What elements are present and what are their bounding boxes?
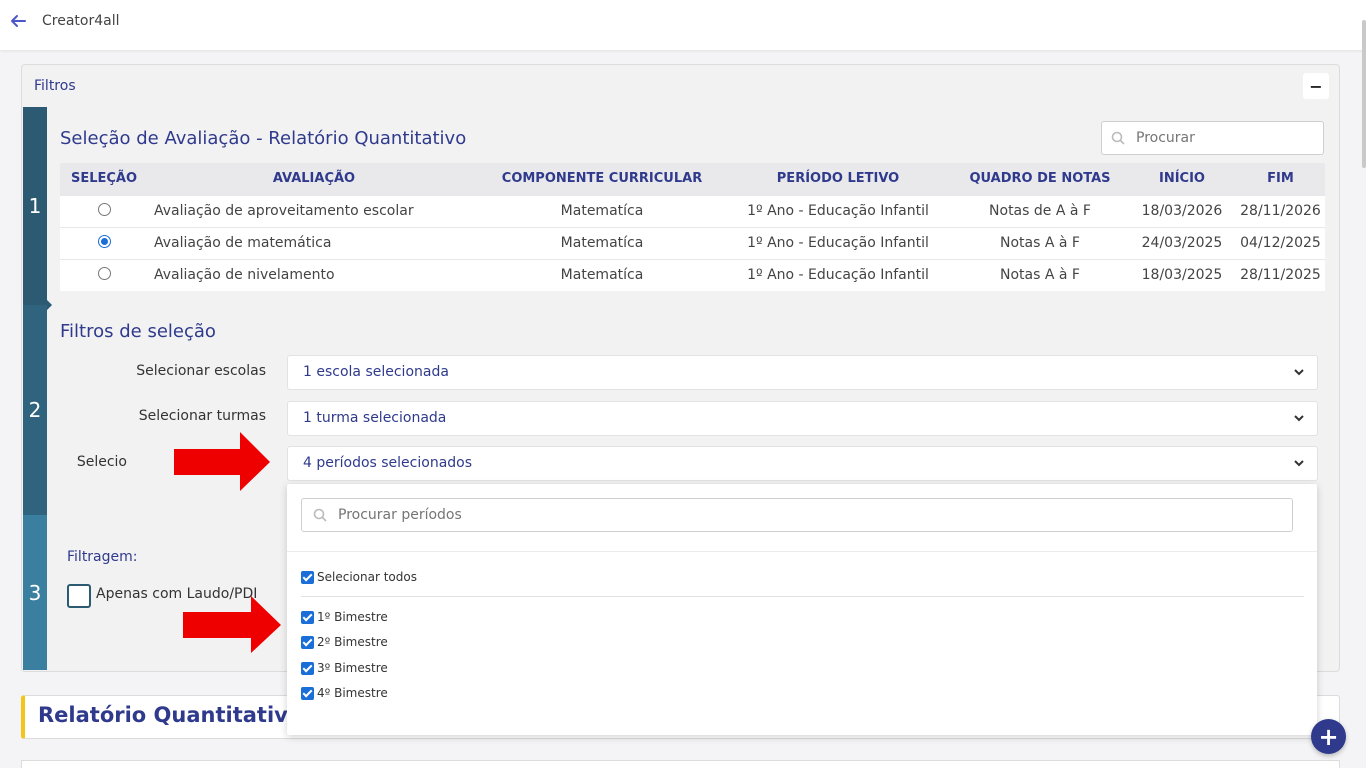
- cell-periodo: 1º Ano - Educação Infantil: [724, 226, 952, 259]
- col-header-selecao: SELEÇÃO: [60, 163, 148, 195]
- row-radio-cell[interactable]: [60, 194, 148, 227]
- annotation-arrow-icon: [183, 596, 281, 653]
- col-header-componente: COMPONENTE CURRICULAR: [480, 163, 724, 195]
- col-header-avaliacao: AVALIAÇÃO: [148, 163, 480, 195]
- periodo-option-label: 1º Bimestre: [317, 610, 388, 624]
- page-scrollbar[interactable]: [1362, 20, 1366, 168]
- search-icon: [1111, 131, 1125, 145]
- cell-periodo: 1º Ano - Educação Infantil: [724, 194, 952, 227]
- periodo-checkbox[interactable]: [301, 686, 314, 700]
- select-periodos-dropdown[interactable]: 4 períodos selecionados: [287, 446, 1318, 481]
- cell-componente: Matematíca: [480, 194, 724, 227]
- laudo-pdi-checkbox[interactable]: [67, 584, 91, 608]
- chevron-down-icon: [1294, 369, 1304, 376]
- cell-periodo: 1º Ano - Educação Infantil: [724, 258, 952, 291]
- label-periodos: Selecio: [76, 454, 127, 470]
- cell-quadro: Notas A à F: [952, 226, 1128, 259]
- periodos-search-box[interactable]: [301, 498, 1293, 532]
- selection-radio[interactable]: [97, 266, 111, 280]
- periodos-dropdown-menu: Selecionar todos 1º Bimestre 2º Bimestre…: [287, 484, 1317, 735]
- select-all-checkbox[interactable]: [301, 570, 314, 584]
- cell-fim: 28/11/2025: [1236, 258, 1325, 291]
- table-header-row: SELEÇÃO AVALIAÇÃO COMPONENTE CURRICULAR …: [60, 163, 1325, 195]
- select-all-option[interactable]: Selecionar todos: [301, 570, 417, 584]
- label-escolas: Selecionar escolas: [136, 363, 266, 379]
- back-arrow-icon[interactable]: [9, 12, 27, 30]
- section-title-avaliacao: Seleção de Avaliação - Relatório Quantit…: [60, 128, 467, 149]
- cell-componente: Matematíca: [480, 258, 724, 291]
- annotation-arrow-icon: [174, 432, 270, 491]
- step-2-indicator: 2: [23, 305, 47, 515]
- bottom-panel: [21, 760, 1340, 768]
- step-1-indicator: 1: [23, 107, 47, 305]
- table-row[interactable]: Avaliação de matemática Matematíca 1º An…: [60, 226, 1325, 259]
- cell-componente: Matematíca: [480, 226, 724, 259]
- select-turmas-dropdown[interactable]: 1 turma selecionada: [287, 401, 1318, 436]
- search-input[interactable]: [1136, 128, 1316, 148]
- periodo-option-label: 3º Bimestre: [317, 661, 388, 675]
- periodo-option[interactable]: 3º Bimestre: [301, 661, 388, 675]
- divider: [287, 551, 1317, 552]
- chevron-down-icon: [1294, 415, 1304, 422]
- select-escolas-value: 1 escola selecionada: [303, 364, 449, 380]
- report-title: Relatório Quantitativo: [38, 703, 303, 727]
- table-row[interactable]: Avaliação de aproveitamento escolar Mate…: [60, 194, 1325, 227]
- app-title: Creator4all: [42, 13, 120, 29]
- select-turmas-value: 1 turma selecionada: [303, 410, 447, 426]
- label-turmas: Selecionar turmas: [138, 408, 266, 424]
- periodo-option[interactable]: 4º Bimestre: [301, 686, 388, 700]
- periodo-option[interactable]: 1º Bimestre: [301, 610, 388, 624]
- cell-quadro: Notas A à F: [952, 258, 1128, 291]
- section-title-filtros: Filtros de seleção: [60, 321, 216, 342]
- periodo-checkbox[interactable]: [301, 661, 314, 675]
- col-header-quadro: QUADRO DE NOTAS: [952, 163, 1128, 195]
- select-escolas-dropdown[interactable]: 1 escola selecionada: [287, 355, 1318, 390]
- cell-inicio: 18/03/2026: [1128, 194, 1236, 227]
- col-header-fim: FIM: [1236, 163, 1325, 195]
- periodos-search-input[interactable]: [338, 505, 1278, 525]
- add-fab-button[interactable]: +: [1311, 719, 1346, 754]
- selection-radio[interactable]: [97, 202, 111, 216]
- selection-radio-selected[interactable]: [97, 234, 111, 248]
- divider: [301, 596, 1304, 597]
- select-all-label: Selecionar todos: [317, 570, 417, 584]
- search-icon: [313, 508, 327, 522]
- cell-inicio: 24/03/2025: [1128, 226, 1236, 259]
- filtragem-label: Filtragem:: [67, 549, 138, 565]
- row-radio-cell[interactable]: [60, 258, 148, 291]
- cell-avaliacao: Avaliação de aproveitamento escolar: [148, 194, 480, 227]
- chevron-down-icon: [1294, 460, 1304, 467]
- col-header-inicio: INÍCIO: [1128, 163, 1236, 195]
- periodo-option-label: 4º Bimestre: [317, 686, 388, 700]
- periodo-option-label: 2º Bimestre: [317, 635, 388, 649]
- periodo-option[interactable]: 2º Bimestre: [301, 635, 388, 649]
- step-3-indicator: 3: [23, 515, 47, 670]
- cell-avaliacao: Avaliação de nivelamento: [148, 258, 480, 291]
- select-periodos-value: 4 períodos selecionados: [303, 455, 473, 471]
- cell-quadro: Notas de A à F: [952, 194, 1128, 227]
- collapse-filters-button[interactable]: −: [1303, 73, 1329, 99]
- row-radio-cell[interactable]: [60, 226, 148, 259]
- search-box[interactable]: [1101, 121, 1324, 155]
- table-row[interactable]: Avaliação de nivelamento Matematíca 1º A…: [60, 258, 1325, 291]
- col-header-periodo: PERÍODO LETIVO: [724, 163, 952, 195]
- filters-header: Filtros: [34, 78, 76, 94]
- top-bar: Creator4all: [0, 0, 1366, 50]
- periodo-checkbox[interactable]: [301, 610, 314, 624]
- cell-inicio: 18/03/2025: [1128, 258, 1236, 291]
- evaluations-table: SELEÇÃO AVALIAÇÃO COMPONENTE CURRICULAR …: [60, 163, 1325, 291]
- cell-fim: 04/12/2025: [1236, 226, 1325, 259]
- periodo-checkbox[interactable]: [301, 635, 314, 649]
- cell-fim: 28/11/2026: [1236, 194, 1325, 227]
- cell-avaliacao: Avaliação de matemática: [148, 226, 480, 259]
